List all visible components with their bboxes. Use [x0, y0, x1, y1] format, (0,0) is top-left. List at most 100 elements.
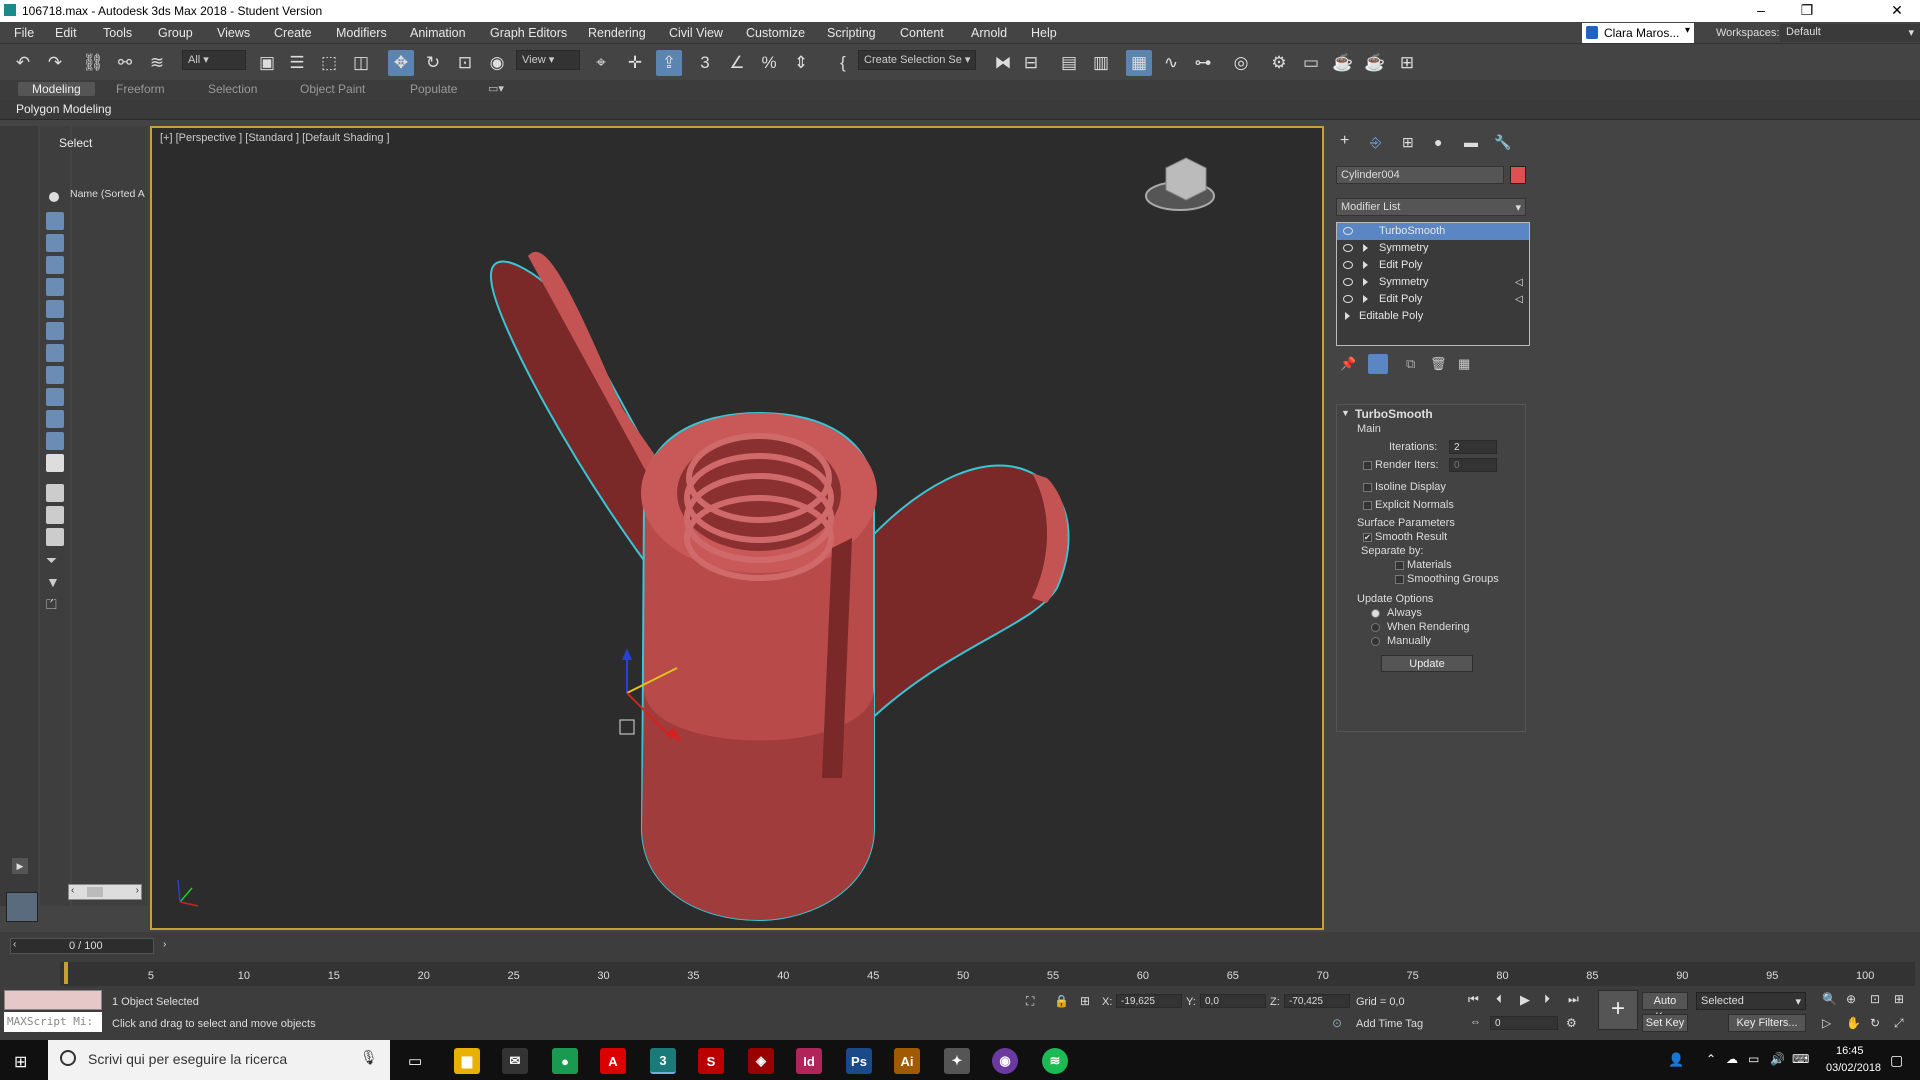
ribbon-options-icon[interactable]: ▭▾ [488, 82, 504, 95]
collapse-icon[interactable]: ▼ [1341, 408, 1350, 418]
menu-scripting[interactable]: Scripting [827, 26, 876, 40]
object-name-field[interactable]: Cylinder004 [1336, 166, 1504, 184]
display-geometry-icon[interactable] [46, 212, 64, 230]
scene-scrollbar[interactable]: ‹ › [68, 884, 142, 900]
restore-icon[interactable]: ❐ [1784, 0, 1830, 22]
render-iters-checkbox[interactable] [1363, 461, 1372, 470]
maximize-viewport-icon[interactable]: ⤢ [1894, 1016, 1904, 1031]
align-icon[interactable]: ⊟ [1018, 50, 1044, 76]
eye-icon[interactable] [1343, 261, 1353, 269]
set-key-button[interactable]: Set Key [1642, 1014, 1688, 1032]
menu-customize[interactable]: Customize [746, 26, 805, 40]
display-tab-icon[interactable]: ▬ [1464, 134, 1478, 150]
scale-icon[interactable]: ⊡ [452, 50, 478, 76]
minimize-icon[interactable]: – [1738, 0, 1784, 22]
previous-frame-icon[interactable]: ⏴ [1496, 992, 1502, 1007]
viewport-layout-icon[interactable] [6, 892, 38, 922]
schematic-view-icon[interactable]: ⊶ [1190, 50, 1216, 76]
object-color-swatch[interactable] [1510, 166, 1526, 184]
tab-freeform[interactable]: Freeform [116, 82, 165, 96]
materials-checkbox[interactable] [1395, 561, 1404, 570]
keyboard-shortcut-icon[interactable]: ⇪ [656, 50, 682, 76]
add-time-tag[interactable]: Add Time Tag [1356, 1018, 1423, 1030]
filter-icon[interactable]: ⏷ [46, 552, 57, 569]
polygon-modeling-label[interactable]: Polygon Modeling [16, 102, 111, 116]
key-selection-dropdown[interactable]: Selected ▾ [1696, 992, 1806, 1010]
eye-icon[interactable] [1343, 244, 1353, 252]
menu-arnold[interactable]: Arnold [971, 26, 1007, 40]
display-containers-icon[interactable] [46, 410, 64, 428]
modifier-stack-item[interactable]: Symmetry ◁ [1337, 274, 1529, 291]
configure-modifier-sets-icon[interactable]: ▦ [1458, 356, 1470, 372]
modifier-stack-item[interactable]: TurboSmooth [1337, 223, 1529, 240]
modifier-stack-item[interactable]: Edit Poly ◁ [1337, 291, 1529, 308]
iterations-spinner[interactable]: 2 [1449, 440, 1497, 454]
select-manipulate-icon[interactable]: ✛ [622, 50, 648, 76]
field-of-view-icon[interactable]: ▷ [1822, 1016, 1831, 1030]
percent-snap-icon[interactable]: % [756, 50, 782, 76]
photoshop-icon[interactable]: Ps [846, 1048, 872, 1074]
pan-icon[interactable]: ✋ [1846, 1016, 1861, 1030]
display-none-icon[interactable] [49, 192, 59, 202]
pin-stack-icon[interactable]: 📌 [1340, 356, 1356, 372]
utilities-tab-icon[interactable]: 🔧 [1494, 134, 1511, 151]
network-icon[interactable]: ▭ [1748, 1052, 1759, 1066]
expand-icon[interactable] [1363, 295, 1368, 303]
next-frame-icon[interactable]: ⏵ [1544, 992, 1550, 1007]
hierarchy-tab-icon[interactable]: ⊞ [1402, 134, 1414, 151]
y-coordinate-field[interactable]: 0,0 [1200, 994, 1266, 1008]
explicit-normals-checkbox[interactable] [1363, 501, 1372, 510]
manually-radio[interactable] [1371, 637, 1380, 646]
layers-icon[interactable]: ⏍ [46, 596, 57, 613]
clock-time[interactable]: 16:45 [1836, 1045, 1864, 1057]
perspective-viewport[interactable]: [+] [Perspective ] [Standard ] [Default … [150, 126, 1324, 930]
keyboard-icon[interactable]: ⌨ [1792, 1052, 1809, 1066]
expand-icon[interactable] [1363, 261, 1368, 269]
spinner-snap-icon[interactable]: ⇕ [788, 50, 814, 76]
autocad-icon[interactable]: ◈ [748, 1048, 774, 1074]
modify-tab-icon[interactable]: ⎆ [1370, 134, 1381, 151]
file-explorer-icon[interactable]: ▆ [454, 1048, 480, 1074]
auto-key-button[interactable]: Auto Key [1642, 992, 1688, 1023]
menu-help[interactable]: Help [1031, 26, 1057, 40]
display-hidden-icon[interactable] [46, 454, 64, 472]
move-icon[interactable]: ✥ [388, 50, 414, 76]
display-helpers-icon[interactable] [46, 300, 64, 318]
render-a360-icon[interactable]: ⊞ [1394, 50, 1420, 76]
remove-modifier-icon[interactable]: 🗑 [1430, 356, 1447, 372]
sketchup-icon[interactable]: S [698, 1048, 724, 1074]
key-mode-icon[interactable]: ⇔ [1470, 1016, 1481, 1028]
acrobat-icon[interactable]: A [600, 1048, 626, 1074]
play-icon[interactable]: ▶ [1520, 992, 1530, 1008]
zoom-all-icon[interactable]: ⊕ [1846, 992, 1856, 1006]
menu-content[interactable]: Content [900, 26, 944, 40]
placement-icon[interactable]: ◉ [484, 50, 510, 76]
curve-editor-icon[interactable]: ∿ [1158, 50, 1184, 76]
scrollbar-thumb[interactable] [87, 887, 103, 897]
isolate-selection-icon[interactable]: ⛶ [1026, 994, 1034, 1009]
people-icon[interactable]: 👤 [1668, 1052, 1684, 1068]
display-xrefs-icon[interactable] [46, 366, 64, 384]
reference-coord-dropdown[interactable]: View ▾ [516, 50, 580, 70]
edit-named-sets-icon[interactable]: { [830, 50, 856, 76]
app-icon[interactable]: ✦ [944, 1048, 970, 1074]
name-column-header[interactable]: Name (Sorted A [70, 188, 146, 200]
rollout-title[interactable]: TurboSmooth [1355, 407, 1433, 421]
key-filters-button[interactable]: Key Filters... [1728, 1014, 1806, 1032]
scroll-right-icon[interactable]: › [136, 885, 139, 896]
eye-icon[interactable] [1343, 227, 1353, 235]
menu-rendering[interactable]: Rendering [588, 26, 646, 40]
expand-panel-icon[interactable]: ▶ [12, 858, 28, 874]
toggle-ribbon-icon[interactable]: ▦ [1126, 50, 1152, 76]
zoom-extents-icon[interactable]: ⊡ [1870, 992, 1880, 1006]
spotify-icon[interactable]: ≋ [1042, 1048, 1068, 1074]
tab-modeling[interactable]: Modeling [18, 82, 95, 96]
eye-icon[interactable] [1343, 295, 1353, 303]
menu-tools[interactable]: Tools [103, 26, 132, 40]
display-shapes-icon[interactable] [46, 234, 64, 252]
selection-filter-dropdown[interactable]: All ▾ [182, 50, 246, 70]
volume-icon[interactable]: 🔊 [1770, 1052, 1785, 1066]
close-icon[interactable]: ✕ [1874, 0, 1920, 22]
windows-start-icon[interactable]: ⊞ [14, 1052, 27, 1072]
render-iterative-icon[interactable]: ☕ [1362, 50, 1388, 76]
